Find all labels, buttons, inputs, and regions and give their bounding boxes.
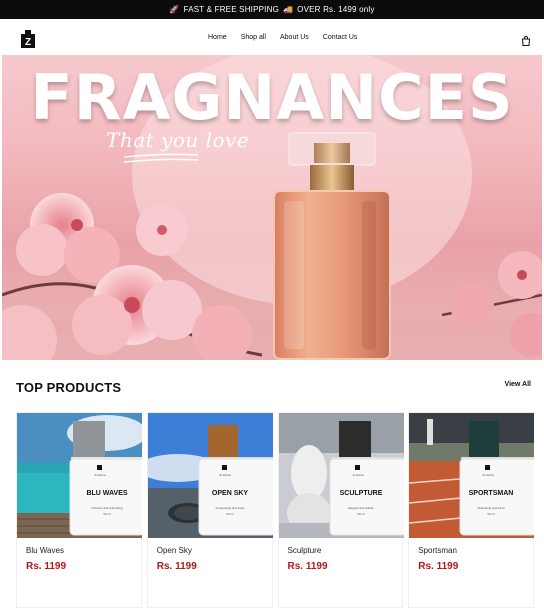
label-brand: Al Zehra xyxy=(219,473,231,477)
product-card-sculpture[interactable]: Al Zehra SCULPTURE Elegant and artistic … xyxy=(277,412,404,608)
label-volume: 50 ml xyxy=(103,512,111,516)
shopping-bag-icon[interactable] xyxy=(521,33,531,46)
hero-banner[interactable]: FRAGNANCES That you love xyxy=(2,55,542,360)
label-description: Oceanic and refreshing xyxy=(91,506,122,510)
product-price: Rs. 1199 xyxy=(26,561,67,572)
label-product-name: BLU WAVES xyxy=(86,490,127,497)
product-image[interactable]: Al Zehra SCULPTURE Elegant and artistic … xyxy=(278,413,404,538)
nav-item-about-us[interactable]: About Us xyxy=(280,34,309,41)
product-name[interactable]: Sportsman xyxy=(418,546,457,555)
label-volume: 50 ml xyxy=(488,512,496,516)
announcement-bar: 🚀 FAST & FREE SHIPPING 🚚 OVER Rs. 1499 o… xyxy=(0,0,544,19)
top-products-heading: TOP PRODUCTS xyxy=(16,380,122,395)
label-description: Motivating and fresh xyxy=(478,506,505,510)
product-image[interactable]: Al Zehra SPORTSMAN Motivating and fresh … xyxy=(409,413,535,538)
logo-letter: Z xyxy=(25,37,31,48)
label-product-name: OPEN SKY xyxy=(212,490,249,497)
product-card-sportsman[interactable]: Al Zehra SPORTSMAN Motivating and fresh … xyxy=(408,412,535,608)
hero-subtitle: That you love xyxy=(106,128,250,152)
label-description: Invigorating and lively xyxy=(215,506,244,510)
rocket-icon: 🚀 xyxy=(169,5,180,14)
product-price: Rs. 1199 xyxy=(287,561,328,572)
label-volume: 50 ml xyxy=(357,512,365,516)
nav-item-contact-us[interactable]: Contact Us xyxy=(323,34,358,41)
view-all-link[interactable]: View All xyxy=(505,381,531,388)
nav-menu: Home Shop all About Us Contact Us xyxy=(208,19,357,55)
product-name[interactable]: Open Sky xyxy=(157,546,192,555)
label-brand: Al Zehra xyxy=(483,473,495,477)
product-card-blu-waves[interactable]: Al Zehra BLU WAVES Oceanic and refreshin… xyxy=(16,412,142,608)
nav-item-shop-all[interactable]: Shop all xyxy=(241,34,266,41)
nav-item-home[interactable]: Home xyxy=(208,34,227,41)
product-image[interactable]: Al Zehra OPEN SKY Invigorating and livel… xyxy=(147,413,273,538)
main-nav: Z Home Shop all About Us Contact Us xyxy=(0,19,544,55)
product-price: Rs. 1199 xyxy=(156,561,197,572)
product-card-open-sky[interactable]: Al Zehra OPEN SKY Invigorating and livel… xyxy=(146,412,273,608)
announcement-text-1: FAST & FREE SHIPPING xyxy=(183,5,279,14)
label-brand: Al Zehra xyxy=(94,473,106,477)
brand-logo[interactable]: Z xyxy=(21,30,35,48)
product-grid: Al Zehra BLU WAVES Oceanic and refreshin… xyxy=(16,412,535,608)
label-product-name: SCULPTURE xyxy=(339,490,382,497)
product-image[interactable]: Al Zehra BLU WAVES Oceanic and refreshin… xyxy=(17,413,142,538)
announcement-text-2: OVER Rs. 1499 only xyxy=(297,5,375,14)
truck-icon: 🚚 xyxy=(283,5,294,14)
label-description: Elegant and artistic xyxy=(348,506,374,510)
hero-title: FRAGNANCES xyxy=(30,61,514,134)
label-brand: Al Zehra xyxy=(352,473,364,477)
product-price: Rs. 1199 xyxy=(418,561,459,572)
product-name[interactable]: Sculpture xyxy=(288,546,322,555)
label-volume: 50 ml xyxy=(226,512,234,516)
product-name[interactable]: Blu Waves xyxy=(26,546,64,555)
label-product-name: SPORTSMAN xyxy=(469,490,514,497)
